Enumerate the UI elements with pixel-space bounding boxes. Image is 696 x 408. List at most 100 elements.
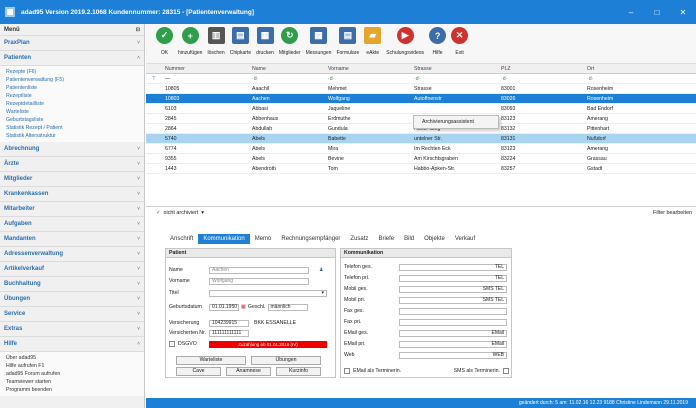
chevron-up-icon[interactable]: ˄ <box>137 55 140 61</box>
cell-plz[interactable]: 83132 <box>498 126 584 132</box>
sidebar-item-teamviewer-starten[interactable]: Teamviewer starten <box>6 378 138 386</box>
sidebar-section-adressenverwaltung[interactable]: Adressenverwaltung ˅ <box>0 247 144 262</box>
cell-plz[interactable]: 83123 <box>498 116 584 122</box>
chevron-down-icon[interactable]: ˅ <box>137 311 140 317</box>
person-icon[interactable]: ♟ <box>319 267 324 273</box>
chevron-down-icon[interactable]: ˅ <box>137 236 140 242</box>
sidebar-item-rezeptdetailliste[interactable]: Rezeptdetailliste <box>6 100 138 108</box>
sidebar-section-service[interactable]: Service ˅ <box>0 307 144 322</box>
tab-verkauf[interactable]: Verkauf <box>450 234 480 244</box>
sidebar-item-geburtstagsliste[interactable]: Geburtstagsliste <box>6 116 138 124</box>
cell-nummer[interactable]: 2864 <box>162 126 249 132</box>
cell-plz[interactable]: 83093 <box>498 106 584 112</box>
sidebar-section-extras[interactable]: Extras ˅ <box>0 322 144 337</box>
cell-plz[interactable]: 83257 <box>498 166 584 172</box>
toolbar-hilfe-button[interactable]: ? Hilfe <box>429 24 447 56</box>
sidebar-section-hilfe[interactable]: Hilfe ˄ <box>0 337 144 352</box>
dsgvo-checkbox[interactable] <box>169 341 175 347</box>
cell-name[interactable]: Abels <box>249 146 325 152</box>
cell-plz[interactable]: 83026 <box>498 96 584 102</box>
cell-name[interactable]: Abels <box>249 156 325 162</box>
chevron-down-icon[interactable]: ˅ <box>137 266 140 272</box>
table-row[interactable]: 6103 Abbasi Jaqueline 83093 Bad Endorf <box>146 104 696 114</box>
chevron-down-icon[interactable]: ˅ <box>137 221 140 227</box>
chevron-up-icon[interactable]: ˄ <box>137 341 140 347</box>
sidebar-section-aufgaben[interactable]: Aufgaben ˅ <box>0 217 144 232</box>
sidebar-item-patientenverwaltung-f5[interactable]: Patientenverwaltung (F5) <box>6 76 138 84</box>
cell-strasse[interactable]: Autoffnenstr <box>411 96 498 102</box>
maximize-button[interactable]: □ <box>644 8 670 17</box>
toolbar-ok-button[interactable]: ✓ OK <box>156 24 173 56</box>
sidebar-section-mitglieder[interactable]: Mitglieder ˅ <box>0 172 144 187</box>
cell-vorname[interactable]: Tom <box>325 166 411 172</box>
cell-nummer[interactable]: 6103 <box>162 106 249 112</box>
cell-strasse[interactable]: untelner Str. <box>411 136 498 142</box>
sidebar-section-aerzte[interactable]: Ärzte ˅ <box>0 157 144 172</box>
cell-ort[interactable]: Amerang <box>584 146 694 152</box>
sidebar-section-krankenkassen[interactable]: Krankenkassen ˅ <box>0 187 144 202</box>
cell-ort[interactable]: Bad Endorf <box>584 106 694 112</box>
toolbar-loeschen-button[interactable]: ▥ löschen <box>207 24 225 56</box>
cell-plz[interactable]: 83224 <box>498 156 584 162</box>
chevron-down-icon[interactable]: ˅ <box>137 161 140 167</box>
table-row[interactable]: → 10803 Aachen Wolfgang Autoffnenstr 83026 Ros… <box>146 94 696 104</box>
anamnese-button[interactable]: Anamnese <box>226 367 271 376</box>
tab-briefe[interactable]: Briefe <box>373 234 399 244</box>
sidebar-item-patientenliste[interactable]: Patientenliste <box>6 84 138 92</box>
table-row[interactable]: 10805 Aaachil Mehmet Strasse 83001 Rosenheim <box>146 84 696 94</box>
cell-nummer[interactable]: 10805 <box>162 86 249 92</box>
sidebar-item-ueber-adad95[interactable]: Über adad95 <box>6 354 138 362</box>
chevron-down-icon[interactable]: ˅ <box>137 206 140 212</box>
cell-vorname[interactable]: Jaqueline <box>325 106 411 112</box>
chevron-down-icon[interactable]: ˅ <box>137 251 140 257</box>
filter-cell[interactable]: ·d· <box>249 76 325 82</box>
col-header-vorname[interactable]: Vorname <box>325 66 411 72</box>
chevron-down-icon[interactable]: ˅ <box>137 326 140 332</box>
komm-field-web[interactable]: WEB <box>399 351 507 359</box>
cell-nummer[interactable]: 2845 <box>162 116 249 122</box>
sidebar-section-mitarbeiter[interactable]: Mitarbeiter ˅ <box>0 202 144 217</box>
table-row[interactable]: 9355 Abels Bevine Am Kirschtsgraben 83224 Gra… <box>146 154 696 164</box>
calendar-icon[interactable]: ▦ <box>241 304 246 310</box>
cell-strasse[interactable]: Am Kirschtsgraben <box>411 156 498 162</box>
col-header-ort[interactable]: Ort <box>584 66 694 72</box>
close-window-button[interactable]: ✕ <box>670 8 696 17</box>
cell-plz[interactable]: 83123 <box>498 146 584 152</box>
cell-nummer[interactable]: 1443 <box>162 166 249 172</box>
cell-strasse[interactable]: Strasse <box>411 86 498 92</box>
filter-cell[interactable]: — <box>162 76 249 82</box>
cave-button[interactable]: Cave <box>176 367 221 376</box>
sidebar-item-rezeptliste[interactable]: Rezeptliste <box>6 92 138 100</box>
sidebar-section-artikelverkauf[interactable]: Artikelverkauf ˅ <box>0 262 144 277</box>
chevron-down-icon[interactable]: ˅ <box>137 40 140 46</box>
cell-nummer[interactable]: 10803 <box>162 96 249 102</box>
cell-ort[interactable]: Amerang <box>584 116 694 122</box>
komm-field-email-ges[interactable]: EMail <box>399 329 507 337</box>
name-field[interactable]: Aachen <box>209 266 309 274</box>
kurzinfo-button[interactable]: Kurzinfo <box>276 367 321 376</box>
table-row[interactable]: 1443 Abendroth Tom Habbo-Apken-Str. 83257 Gst… <box>146 164 696 174</box>
cell-ort[interactable]: Grassau <box>584 156 694 162</box>
filter-edit-link[interactable]: Filter bearbeiten <box>653 210 692 216</box>
sidebar-section-uebungen[interactable]: Übungen ˅ <box>0 292 144 307</box>
context-menu-archivierungsassistent[interactable]: Archivierungsassistent <box>413 115 499 129</box>
komm-field-mobil-ges[interactable]: SMS TEL <box>399 285 507 293</box>
tab-kommunikation[interactable]: Kommunikation <box>198 234 250 244</box>
cell-name[interactable]: Abendroth <box>249 166 325 172</box>
cell-ort[interactable]: Rosenheim <box>584 96 694 102</box>
filter-cell[interactable]: ·d· <box>584 76 694 82</box>
geburtsdatum-field[interactable]: 01.01.1950 <box>209 303 239 311</box>
cell-ort[interactable]: Nußdorf <box>584 136 694 142</box>
pin-icon[interactable]: ⊡ <box>136 27 140 33</box>
cell-ort[interactable]: Pittenhart <box>584 126 694 132</box>
cell-vorname[interactable]: Gundula <box>325 126 411 132</box>
cell-ort[interactable]: Rosenheim <box>584 86 694 92</box>
toolbar-schulungsvideos-button[interactable]: ▶ Schulungsvideos <box>386 24 424 56</box>
tab-zusatz[interactable]: Zusatz <box>345 234 373 244</box>
toolbar-chipkarte-button[interactable]: ▤ Chipkarte <box>230 24 251 56</box>
sidebar-item-statistik-rezept-patient[interactable]: Statistik Rezept / Patient <box>6 124 138 132</box>
cell-plz[interactable]: 83001 <box>498 86 584 92</box>
minimize-button[interactable]: – <box>618 8 644 17</box>
table-row[interactable]: 6774 Abels Mira Im Rechten Eck 83123 Amerang <box>146 144 696 154</box>
filter-checkbox[interactable]: ✓ <box>156 210 161 216</box>
